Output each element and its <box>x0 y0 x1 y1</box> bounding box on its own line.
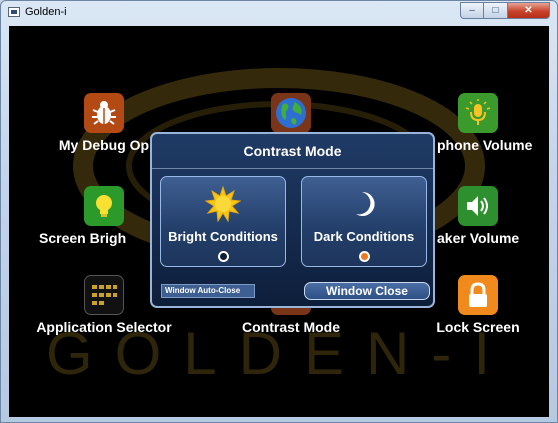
title-bar[interactable]: Golden-i – □ ✕ <box>1 1 557 25</box>
tile-label: Contrast Mode <box>242 319 340 335</box>
window-auto-close-toggle[interactable]: Window Auto-Close <box>161 284 255 298</box>
speaker-icon <box>458 186 498 226</box>
maximize-button[interactable]: □ <box>484 2 508 19</box>
dialog-title: Contrast Mode <box>152 134 433 169</box>
lock-icon <box>458 275 498 315</box>
app-window: Golden-i – □ ✕ GOLDEN-I My Debug Op phon… <box>0 0 558 423</box>
window-title: Golden-i <box>25 6 67 18</box>
microphone-icon <box>458 93 498 133</box>
window-controls: – □ ✕ <box>460 2 550 19</box>
window-close-button[interactable]: Window Close <box>304 282 430 300</box>
bug-icon <box>84 93 124 133</box>
radio-unselected[interactable] <box>217 251 229 262</box>
dark-conditions-option[interactable]: Dark Conditions <box>301 176 427 267</box>
radio-selected[interactable] <box>358 251 370 262</box>
moon-icon <box>302 185 426 223</box>
minimize-button[interactable]: – <box>460 2 484 19</box>
lightbulb-icon <box>84 186 124 226</box>
app-canvas: GOLDEN-I My Debug Op phone Volume Screen… <box>9 26 549 417</box>
bright-conditions-option[interactable]: Bright Conditions <box>160 176 286 267</box>
tile-label: Lock Screen <box>436 319 520 335</box>
globe-icon <box>271 93 311 133</box>
option-label: Dark Conditions <box>313 229 415 244</box>
close-button[interactable]: ✕ <box>508 2 550 19</box>
tile-label: Application Selector <box>36 319 172 335</box>
contrast-mode-dialog: Contrast Mode Bright Conditions Dark Con… <box>150 132 435 308</box>
app-grid-icon <box>84 275 124 315</box>
tile-globe[interactable] <box>221 93 361 137</box>
app-icon <box>8 7 20 17</box>
option-label: Bright Conditions <box>168 229 278 244</box>
sun-icon <box>161 185 285 223</box>
